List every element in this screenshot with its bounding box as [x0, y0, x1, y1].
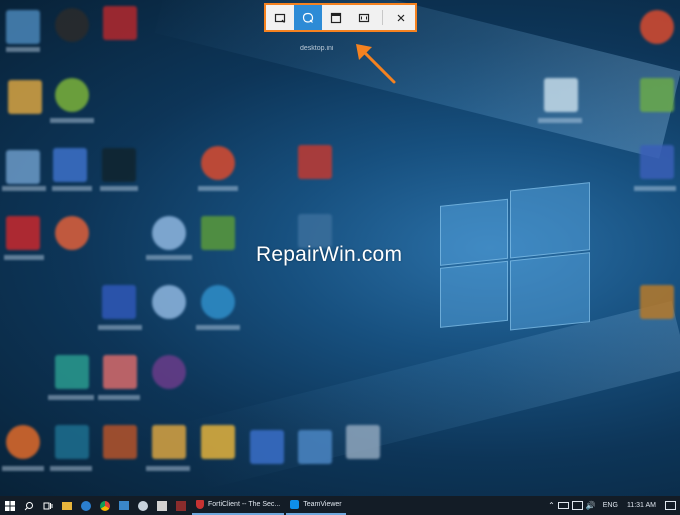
taskbar: FortiClient -- The Sec... TeamViewer ⌃ 🔊… — [0, 496, 680, 515]
windows-logo — [440, 182, 590, 338]
desktop-icon[interactable] — [152, 425, 186, 459]
taskbar-pinned-app[interactable] — [171, 496, 190, 515]
desktop-icon[interactable] — [55, 216, 89, 250]
icon-caption: desktop.ini — [300, 45, 334, 52]
windows-start-icon — [4, 500, 15, 511]
desktop-icon[interactable] — [55, 78, 89, 112]
app-icon — [175, 500, 186, 511]
desktop-icon[interactable] — [6, 425, 40, 459]
clock-app-icon — [137, 500, 148, 511]
system-tray: ⌃ 🔊 ENG 11:31 AM — [548, 496, 680, 515]
desktop-background: desktop.ini RepairWin.com — [0, 0, 680, 496]
desktop-icon[interactable] — [152, 355, 186, 389]
desktop-icon[interactable] — [55, 8, 89, 42]
vb-app-icon — [156, 500, 167, 511]
clock[interactable]: 11:31 AM — [627, 502, 656, 509]
taskbar-pinned-app[interactable] — [76, 496, 95, 515]
start-button[interactable] — [0, 496, 19, 515]
desktop-icon[interactable] — [544, 78, 578, 112]
taskbar-app-label: FortiClient -- The Sec... — [208, 501, 281, 508]
window-snip-icon — [330, 12, 342, 23]
desktop-icon[interactable] — [640, 145, 674, 179]
taskbar-pinned-app[interactable] — [133, 496, 152, 515]
taskbar-pinned-app[interactable] — [114, 496, 133, 515]
edge-icon — [80, 500, 91, 511]
desktop-icon[interactable] — [6, 216, 40, 250]
desktop-icon[interactable] — [8, 80, 42, 114]
desktop-icon[interactable] — [201, 425, 235, 459]
desktop-icon[interactable] — [152, 285, 186, 319]
desktop-icon[interactable] — [298, 430, 332, 464]
desktop-icon[interactable] — [55, 355, 89, 389]
chevron-up-icon[interactable]: ⌃ — [548, 501, 555, 510]
freeform-snip-icon — [302, 12, 314, 23]
pointer-arrow — [356, 44, 396, 84]
toolbar-separator — [382, 10, 383, 25]
close-snip-button[interactable] — [387, 5, 415, 30]
store-icon — [118, 501, 129, 510]
network-icon[interactable] — [571, 501, 583, 510]
snip-toolbar — [264, 3, 417, 32]
desktop-icon[interactable] — [53, 148, 87, 182]
desktop-icon[interactable] — [6, 150, 40, 184]
desktop-icon[interactable] — [346, 425, 380, 459]
desktop-icon[interactable] — [640, 285, 674, 319]
taskbar-pinned-app[interactable] — [57, 496, 76, 515]
notification-icon[interactable] — [665, 501, 676, 510]
forticlient-icon — [196, 500, 204, 509]
desktop-icon[interactable] — [298, 145, 332, 179]
task-view-button[interactable] — [38, 496, 57, 515]
teamviewer-icon — [290, 500, 300, 509]
desktop-icon[interactable] — [103, 355, 137, 389]
rectangle-snip-icon — [274, 13, 286, 23]
watermark-text: RepairWin.com — [256, 243, 403, 266]
file-explorer-icon — [61, 501, 72, 510]
language-indicator[interactable]: ENG — [603, 502, 618, 509]
desktop-icon[interactable] — [103, 425, 137, 459]
battery-icon[interactable] — [557, 502, 569, 509]
taskbar-app-teamviewer[interactable]: TeamViewer — [286, 496, 346, 515]
fullscreen-snip-icon — [358, 13, 370, 22]
taskbar-pinned-app[interactable] — [95, 496, 114, 515]
light-beam — [154, 0, 680, 159]
freeform-snip-button[interactable] — [294, 5, 323, 30]
desktop-icon[interactable] — [102, 285, 136, 319]
taskbar-pinned-app[interactable] — [152, 496, 171, 515]
desktop-icon[interactable] — [201, 146, 235, 180]
desktop-icon[interactable] — [201, 216, 235, 250]
search-button[interactable] — [19, 496, 38, 515]
desktop-icon[interactable] — [640, 78, 674, 112]
close-icon — [397, 14, 405, 21]
desktop-icon[interactable] — [6, 10, 40, 44]
search-icon — [24, 501, 33, 510]
window-snip-button[interactable] — [322, 5, 350, 30]
desktop-icon[interactable] — [152, 216, 186, 250]
desktop-icon[interactable] — [55, 425, 89, 459]
desktop-icon[interactable] — [102, 148, 136, 182]
taskbar-app-label: TeamViewer — [303, 501, 342, 508]
task-view-icon — [43, 502, 52, 509]
desktop-icon[interactable] — [201, 285, 235, 319]
desktop-icon[interactable] — [640, 10, 674, 44]
chrome-icon — [99, 500, 110, 511]
rectangular-snip-button[interactable] — [266, 5, 294, 30]
fullscreen-snip-button[interactable] — [350, 5, 378, 30]
desktop-icon[interactable] — [103, 6, 137, 40]
volume-icon[interactable]: 🔊 — [586, 501, 596, 510]
desktop-icon[interactable] — [250, 430, 284, 464]
taskbar-app-forticlient[interactable]: FortiClient -- The Sec... — [192, 496, 285, 515]
